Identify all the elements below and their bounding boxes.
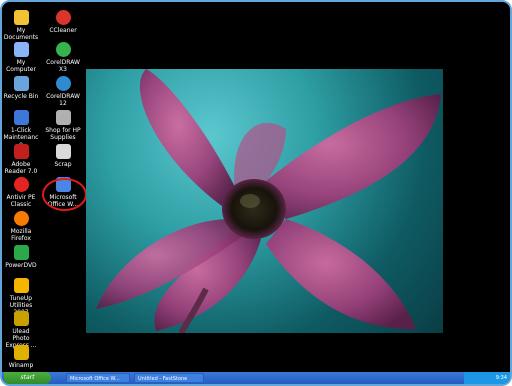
firefox-icon [13,211,29,226]
desktop-icon-recycle-bin[interactable]: Recycle Bin [3,76,39,100]
desktop-icon-adobe-reader[interactable]: Adobe Reader 7.0 [3,144,39,175]
desktop-icon-coreldraw-12[interactable]: CorelDRAW 12 [45,76,81,107]
desktop-icon-coreldraw-x3[interactable]: CorelDRAW X3 [45,42,81,73]
desktop-icon-scrap[interactable]: Scrap [45,144,81,168]
desktop: My Documents CCleaner My Computer CorelD… [2,2,510,376]
flower-image [96,69,441,333]
taskbar-item-faststone[interactable]: Untitled - FastStone [134,373,204,383]
winamp-icon [13,345,29,360]
desktop-icon-ccleaner[interactable]: CCleaner [45,10,81,34]
desktop-icon-winamp[interactable]: Winamp [3,345,39,369]
coreldraw-12-icon [55,76,71,91]
tuneup-icon [13,278,29,293]
antivir-icon [13,177,29,192]
hp-shop-icon [55,110,71,125]
ccleaner-icon [55,10,71,25]
clock: 9:34 [495,375,507,381]
desktop-icon-antivir[interactable]: Antivir PE Classic [3,177,39,208]
screen-frame: My Documents CCleaner My Computer CorelD… [0,0,512,386]
desktop-icon-my-computer[interactable]: My Computer [3,42,39,73]
powerdvd-icon [13,245,29,260]
desktop-icon-my-documents[interactable]: My Documents [3,10,39,41]
maintenance-icon [13,110,29,125]
taskbar: start Microsoft Office W... Untitled - F… [2,372,510,384]
desktop-icon-ulead[interactable]: Ulead Photo Express ... [3,311,39,349]
adobe-reader-icon [13,144,29,159]
scrap-icon [55,144,71,159]
ulead-icon [13,311,29,326]
desktop-icon-1-click-maintenance[interactable]: 1-Click Maintenance [3,110,39,148]
desktop-icon-shop-hp-supplies[interactable]: Shop for HP Supplies [45,110,81,141]
start-button[interactable]: start [4,372,51,384]
recycle-bin-icon [13,76,29,91]
coreldraw-x3-icon [55,42,71,57]
computer-icon [13,42,29,57]
desktop-icon-powerdvd[interactable]: PowerDVD [3,245,39,269]
taskbar-item-word[interactable]: Microsoft Office W... [66,373,130,383]
system-tray: 9:34 [464,372,510,384]
desktop-icon-firefox[interactable]: Mozilla Firefox [3,211,39,242]
wallpaper-photo [86,69,443,333]
folder-icon [13,10,29,25]
red-highlight-circle [42,178,87,211]
